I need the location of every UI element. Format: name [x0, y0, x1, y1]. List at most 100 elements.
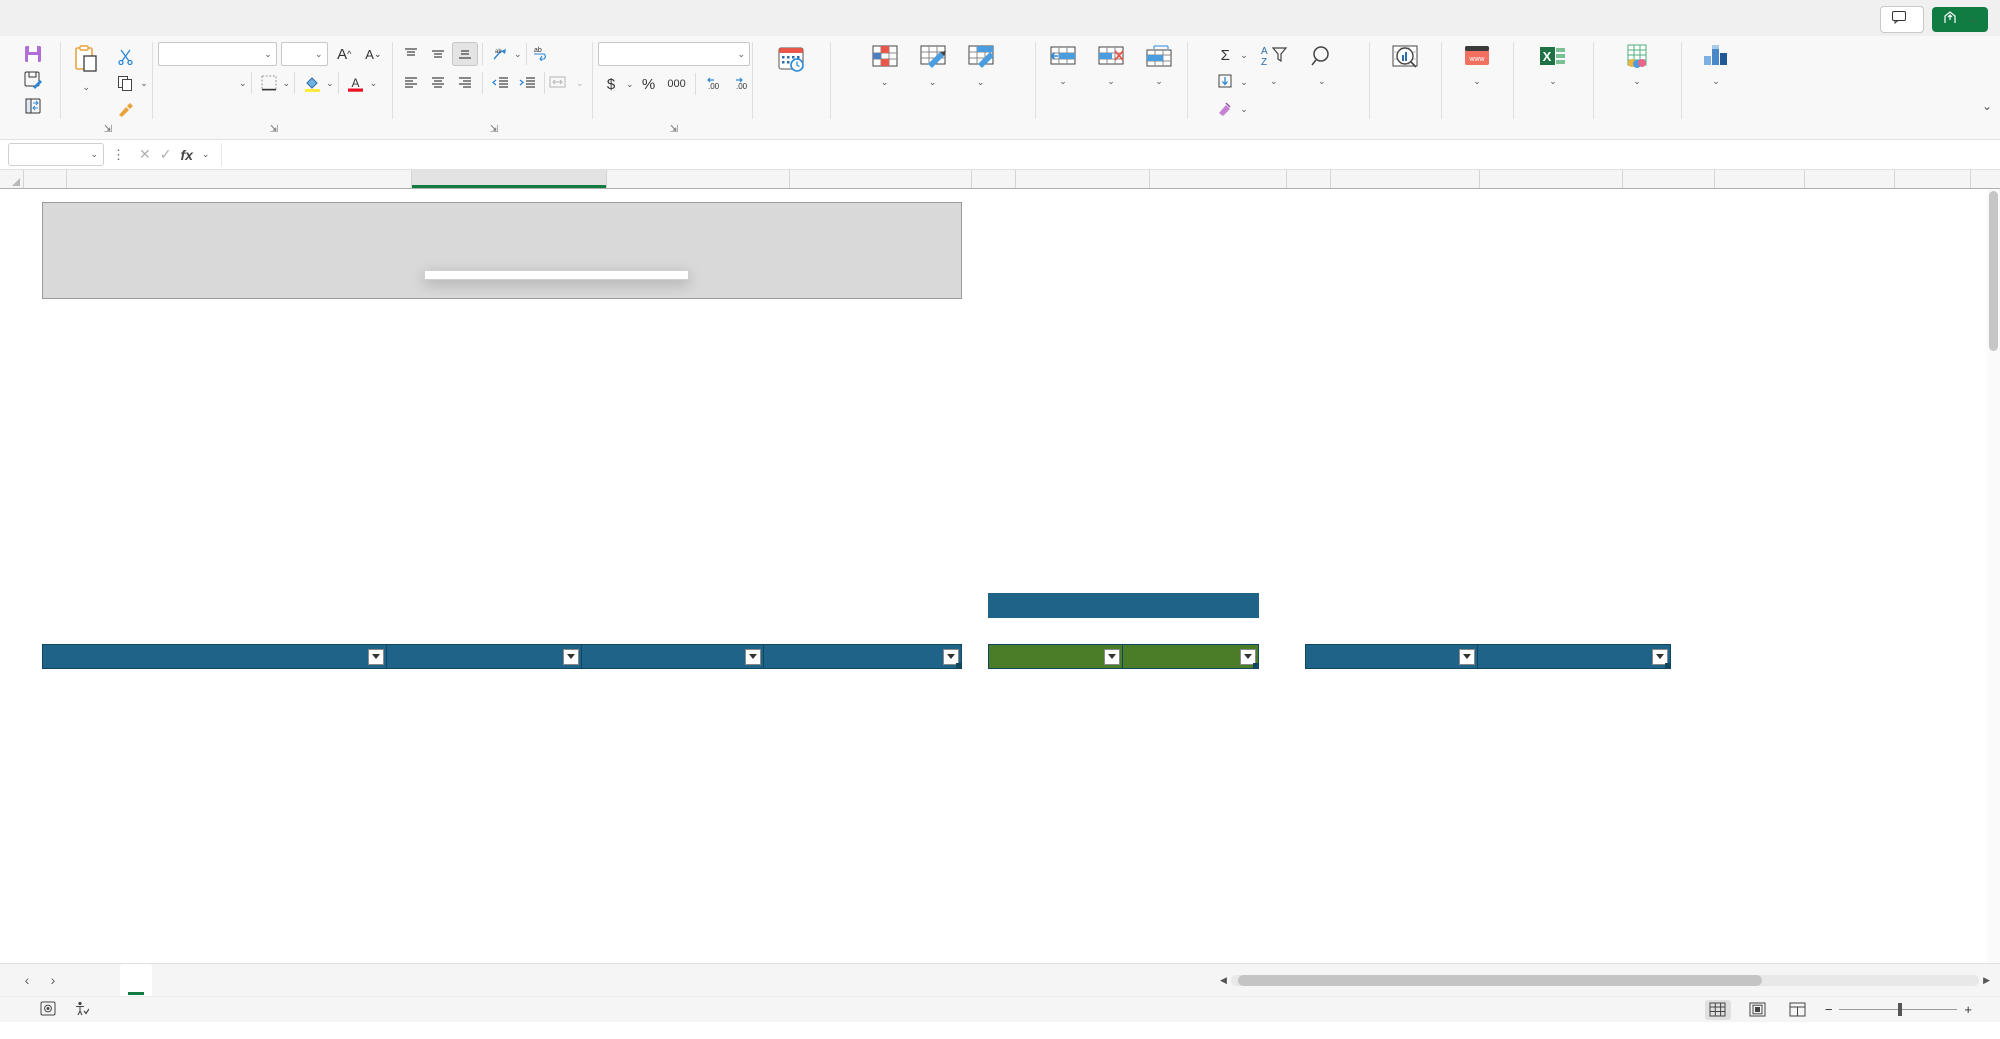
vertical-scrollbar-thumb[interactable]	[1989, 191, 1998, 351]
cell-styles-button[interactable]: ⌄	[959, 42, 1003, 89]
chevron-down-icon[interactable]: ⌄	[1240, 104, 1248, 115]
short-name-table[interactable]	[1305, 644, 1671, 669]
decrease-decimal-button[interactable]: .00	[729, 72, 755, 96]
main-table-col-nombres[interactable]	[43, 645, 388, 668]
short-table-col-nombres[interactable]	[1478, 645, 1670, 668]
scroll-right-icon[interactable]: ▶	[1983, 975, 1990, 986]
filter-dropdown-icon[interactable]	[1459, 648, 1476, 665]
currency-format-button[interactable]: $	[598, 72, 624, 96]
horizontal-scrollbar[interactable]: ◀ ▶	[1220, 973, 1990, 987]
next-sheet-icon[interactable]: ›	[40, 972, 66, 988]
column-header-H[interactable]	[1150, 170, 1287, 188]
menu-tab-diseno-de-tabla[interactable]	[346, 12, 368, 24]
menu-tab-programador[interactable]	[250, 12, 272, 24]
xcelerator-button[interactable]: X ⌄	[1531, 42, 1575, 88]
page-break-view-button[interactable]	[1785, 1000, 1811, 1020]
menu-tab-power-pivot[interactable]	[298, 12, 320, 24]
select-all-corner[interactable]	[0, 170, 24, 188]
share-button[interactable]: ⌄	[1932, 7, 1988, 32]
chevron-down-icon[interactable]: ⌄	[202, 149, 210, 160]
decrease-indent-button[interactable]	[487, 71, 513, 95]
formula-bar-more-icon[interactable]: ⋮	[110, 147, 127, 163]
filter-dropdown-icon[interactable]	[368, 648, 385, 665]
save-mf-icon[interactable]	[20, 42, 46, 66]
clipboard-dialog-launcher-icon[interactable]: ⇲	[104, 124, 112, 135]
name-box[interactable]: ⌄	[8, 143, 104, 166]
column-header-C[interactable]	[412, 170, 607, 188]
table-resize-handle[interactable]	[1665, 663, 1671, 669]
accessibility-status[interactable]	[74, 1001, 94, 1019]
about-button[interactable]: ⌄	[1694, 42, 1738, 88]
underline-button[interactable]	[212, 71, 238, 95]
chevron-down-icon[interactable]: ⌄	[239, 78, 247, 89]
search-table-col-nombre[interactable]	[989, 645, 1124, 668]
chevron-down-icon[interactable]: ⌄	[881, 77, 889, 88]
font-dialog-launcher-icon[interactable]: ⇲	[270, 124, 278, 135]
menu-tab-vista[interactable]	[202, 12, 224, 24]
normal-view-button[interactable]	[1704, 999, 1731, 1020]
thousands-format-button[interactable]: 000	[664, 72, 690, 96]
chevron-down-icon[interactable]: ⌄	[1473, 76, 1481, 87]
format-cells-button[interactable]: ⌄	[1137, 42, 1181, 88]
menu-tab-automatizar[interactable]	[226, 12, 248, 24]
number-dialog-launcher-icon[interactable]: ⇲	[670, 124, 678, 135]
conditional-format-button[interactable]: ⌄	[863, 42, 907, 89]
find-select-button[interactable]: ⌄	[1300, 42, 1344, 88]
column-header-B[interactable]	[67, 170, 412, 188]
chevron-down-icon[interactable]: ⌄	[929, 77, 937, 88]
sheet-tab-aa-nn[interactable]	[120, 963, 152, 997]
column-header-F[interactable]	[972, 170, 1016, 188]
format-painter-button[interactable]	[112, 98, 138, 122]
cut-button[interactable]	[112, 44, 138, 68]
align-middle-button[interactable]	[425, 42, 451, 66]
chevron-down-icon[interactable]: ⌄	[370, 78, 378, 89]
column-header-A[interactable]	[24, 170, 67, 188]
menu-tab-insertar[interactable]	[58, 12, 80, 24]
main-table-col-position[interactable]	[387, 645, 582, 668]
font-color-button[interactable]: A	[343, 71, 369, 95]
excel-webx-button[interactable]: www ⌄	[1455, 42, 1499, 88]
align-top-button[interactable]	[398, 42, 424, 66]
search-results-table[interactable]	[988, 644, 1259, 669]
menu-tab-disposicion[interactable]	[106, 12, 128, 24]
column-header-N[interactable]	[1805, 170, 1895, 188]
zoom-thumb[interactable]	[1898, 1002, 1902, 1016]
column-header-K[interactable]	[1480, 170, 1623, 188]
register-date-button[interactable]	[769, 42, 813, 82]
menu-tab-ayuda[interactable]	[274, 12, 296, 24]
chevron-down-icon[interactable]: ⌄	[1059, 76, 1067, 87]
sheet-tab-nn-aa[interactable]	[88, 964, 120, 997]
chevron-down-icon[interactable]: ⌄	[326, 78, 334, 89]
zoom-out-button[interactable]: −	[1825, 1002, 1833, 1017]
menu-tab-archivo[interactable]	[10, 12, 32, 24]
chevron-down-icon[interactable]: ⌄	[1712, 76, 1720, 87]
copy-button[interactable]	[112, 71, 138, 95]
clear-button[interactable]	[1212, 97, 1238, 121]
alignment-dialog-launcher-icon[interactable]: ⇲	[490, 124, 498, 135]
main-data-table[interactable]	[42, 644, 962, 669]
insert-function-icon[interactable]: fx	[180, 147, 192, 163]
autosum-button[interactable]: Σ	[1212, 43, 1238, 67]
analyze-data-button[interactable]	[1383, 42, 1427, 80]
table-resize-handle[interactable]	[956, 663, 962, 669]
zoom-in-button[interactable]: +	[1964, 1002, 1972, 1017]
chevron-down-icon[interactable]: ⌄	[1240, 50, 1248, 61]
chevron-down-icon[interactable]: ⌄	[1633, 76, 1641, 87]
horizontal-scrollbar-thumb[interactable]	[1238, 974, 1763, 986]
align-right-button[interactable]	[452, 71, 478, 95]
column-header-J[interactable]	[1331, 170, 1480, 188]
paste-button[interactable]: ⌄	[64, 42, 108, 94]
percent-format-button[interactable]: %	[636, 72, 662, 96]
font-size-select[interactable]: ⌄	[280, 42, 328, 66]
chevron-down-icon[interactable]: ⌄	[283, 78, 291, 89]
page-layout-view-button[interactable]	[1745, 1000, 1771, 1020]
zoom-track[interactable]	[1839, 1002, 1958, 1016]
scroll-left-icon[interactable]: ◀	[1220, 975, 1227, 986]
column-header-M[interactable]	[1715, 170, 1805, 188]
menu-tab-dibujar[interactable]	[82, 12, 104, 24]
excelgenius-button[interactable]: ⌄	[1615, 42, 1659, 88]
column-header-L[interactable]	[1623, 170, 1715, 188]
horizontal-scrollbar-track[interactable]	[1230, 974, 1980, 986]
confirm-edit-icon[interactable]: ✓	[160, 146, 172, 163]
column-header-G[interactable]	[1016, 170, 1150, 188]
